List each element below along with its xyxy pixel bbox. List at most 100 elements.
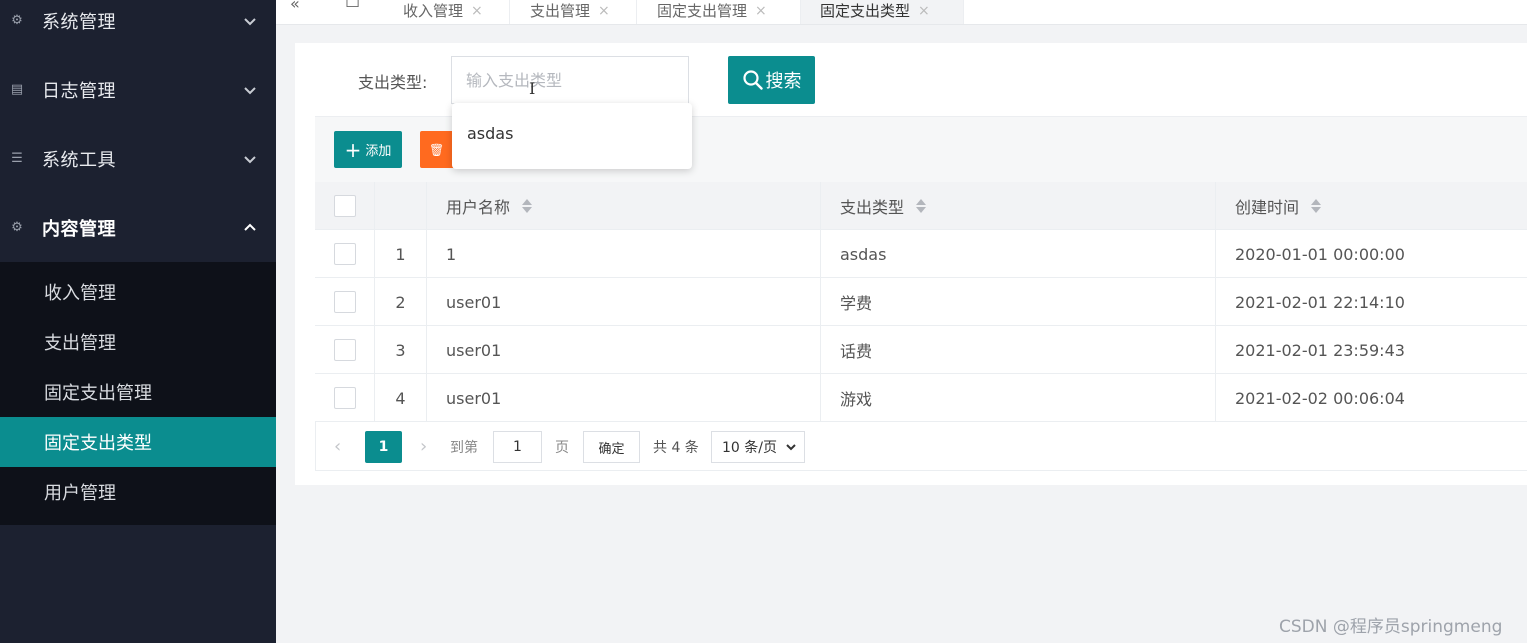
tab-label: 固定支出类型: [820, 2, 911, 20]
row-index: 4: [375, 374, 427, 422]
cell-username: user01: [427, 278, 821, 326]
menu-group-label: 系统工具: [42, 149, 116, 171]
tab-fixed-expense[interactable]: 固定支出管理 ×: [637, 0, 801, 24]
page-size-select[interactable]: 10 条/页: [711, 431, 805, 463]
row-index: 1: [375, 230, 427, 278]
document-icon: ▤: [10, 82, 24, 97]
add-button[interactable]: + 添加: [334, 131, 402, 168]
cell-created: 2021-02-01 23:59:43: [1235, 340, 1405, 360]
menu-group-label: 内容管理: [42, 218, 116, 240]
column-header-username[interactable]: 用户名称: [427, 182, 821, 230]
row-checkbox[interactable]: [333, 387, 356, 409]
chevron-up-icon: [244, 223, 256, 231]
tab-bar: « ☐ 收入管理 × 支出管理 × 固定支出管理 × 固定支出类型 ×: [276, 0, 1527, 25]
menu-group-content-management[interactable]: ⚙ 内容管理: [0, 193, 276, 262]
trash-icon: 🗑: [429, 142, 445, 157]
table-row[interactable]: 2 user01 学费 2021-02-01 22:14:10: [315, 278, 1527, 326]
sort-icon[interactable]: [916, 198, 927, 214]
sort-icon[interactable]: [522, 198, 533, 214]
cell-type: 话费: [821, 326, 1216, 374]
close-icon[interactable]: ×: [471, 3, 483, 19]
plus-icon: +: [344, 137, 362, 162]
row-checkbox-cell: [315, 374, 375, 422]
search-button[interactable]: 搜索: [728, 56, 815, 104]
add-button-label: 添加: [365, 144, 392, 159]
search-icon: [742, 70, 763, 90]
cell-username: user01: [427, 326, 821, 374]
row-checkbox-cell: [315, 230, 375, 278]
column-header-created[interactable]: 创建时间: [1216, 182, 1527, 230]
header-checkbox-cell: [315, 182, 375, 230]
row-index: 3: [375, 326, 427, 374]
cell-username: 1: [427, 230, 821, 278]
row-checkbox-cell: [315, 278, 375, 326]
tab-label: 收入管理: [403, 2, 464, 20]
row-checkbox[interactable]: [333, 339, 356, 361]
tab-fixed-expense-type[interactable]: 固定支出类型 ×: [801, 0, 964, 24]
sidebar-item-income[interactable]: 收入管理: [0, 267, 276, 317]
close-icon[interactable]: ×: [755, 3, 767, 19]
sidebar-item-fixed-expense-type[interactable]: 固定支出类型: [0, 417, 276, 467]
sidebar: ⚙ 系统管理 ▤ 日志管理 ☰ 系统工具 ⚙ 内容管理 收入管理 支出管理 固定…: [0, 0, 276, 643]
table-row[interactable]: 4 user01 游戏 2021-02-02 00:06:04: [315, 374, 1527, 422]
sliders-icon: ☰: [11, 151, 23, 166]
menu-group-system-management[interactable]: ⚙ 系统管理: [0, 0, 276, 55]
sort-icon[interactable]: [1311, 198, 1322, 214]
collapse-icon[interactable]: «: [290, 0, 300, 13]
table-row[interactable]: 1 1 asdas 2020-01-01 00:00:00: [315, 230, 1527, 278]
prev-page-icon[interactable]: ‹: [334, 422, 341, 471]
pagination: ‹ 1 › 到第 页 确定 共 4 条 10 条/页: [315, 422, 1527, 471]
row-checkbox[interactable]: [333, 291, 356, 313]
menu-group-label: 日志管理: [42, 80, 116, 102]
menu-group-label: 系统管理: [42, 11, 116, 33]
cell-username: user01: [427, 374, 821, 422]
sidebar-item-fixed-expense[interactable]: 固定支出管理: [0, 367, 276, 417]
search-label: 支出类型:: [358, 73, 428, 92]
autocomplete-option[interactable]: asdas: [467, 124, 513, 143]
column-header-label: 用户名称: [446, 198, 511, 217]
content-submenu: 收入管理 支出管理 固定支出管理 固定支出类型 用户管理: [0, 262, 276, 525]
row-checkbox[interactable]: [333, 243, 356, 265]
column-header-label: 创建时间: [1235, 198, 1300, 217]
chevron-down-icon: [244, 17, 256, 25]
gear-icon: ⚙: [11, 220, 23, 235]
goto-label: 到第: [450, 439, 478, 456]
sidebar-item-users[interactable]: 用户管理: [0, 467, 276, 517]
tab-label: 固定支出管理: [657, 2, 748, 20]
cell-created: 2020-01-01 00:00:00: [1235, 244, 1405, 264]
text-cursor-icon: I: [529, 79, 536, 98]
close-icon[interactable]: ×: [918, 3, 930, 19]
column-header-type[interactable]: 支出类型: [821, 182, 1216, 230]
cell-type: 学费: [821, 278, 1216, 326]
table-row[interactable]: 3 user01 话费 2021-02-01 23:59:43: [315, 326, 1527, 374]
goto-page-input[interactable]: [493, 431, 542, 463]
gear-icon: ⚙: [11, 13, 23, 28]
select-all-checkbox[interactable]: [333, 195, 356, 217]
menu-group-log-management[interactable]: ▤ 日志管理: [0, 55, 276, 124]
chevron-down-icon: [786, 444, 796, 451]
chevron-down-icon: [244, 155, 256, 163]
page-size-value: 10 条/页: [722, 440, 777, 456]
tab-income[interactable]: 收入管理 ×: [383, 0, 510, 24]
cell-created: 2021-02-02 00:06:04: [1235, 388, 1405, 408]
cell-type: asdas: [821, 230, 1216, 278]
menu-group-system-tools[interactable]: ☰ 系统工具: [0, 124, 276, 193]
confirm-button[interactable]: 确定: [583, 431, 640, 463]
tab-expense[interactable]: 支出管理 ×: [510, 0, 637, 24]
table-header-row: 用户名称 支出类型 创建时间: [315, 182, 1527, 230]
row-checkbox-cell: [315, 326, 375, 374]
next-page-icon[interactable]: ›: [420, 422, 427, 471]
close-icon[interactable]: ×: [598, 3, 610, 19]
page-button-current[interactable]: 1: [365, 431, 402, 463]
sidebar-item-expense[interactable]: 支出管理: [0, 317, 276, 367]
cell-type: 游戏: [821, 374, 1216, 422]
row-index: 2: [375, 278, 427, 326]
search-button-label: 搜索: [765, 71, 802, 92]
header-index-cell: [375, 182, 427, 230]
search-input[interactable]: [451, 56, 689, 104]
watermark: CSDN @程序员springmeng: [1279, 617, 1503, 637]
chevron-down-icon: [244, 86, 256, 94]
page-unit-label: 页: [555, 439, 569, 456]
tab-label: 支出管理: [530, 2, 591, 20]
home-icon[interactable]: ☐: [345, 0, 360, 12]
